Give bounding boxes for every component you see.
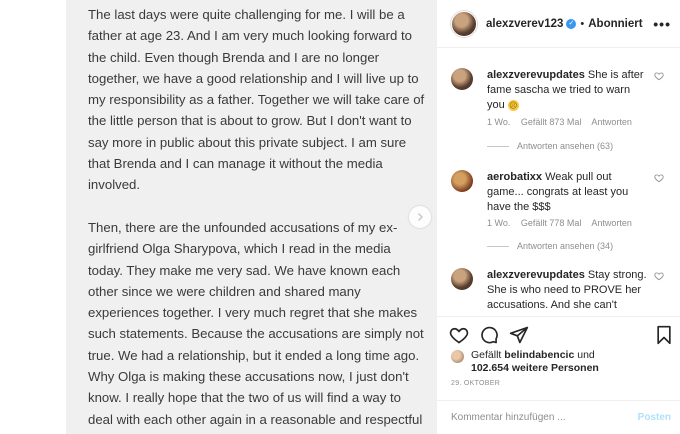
likes-others-count[interactable]: 102.654 weitere Personen: [471, 362, 599, 374]
view-replies-button[interactable]: Antworten ansehen (34): [487, 241, 613, 251]
replies-divider-line: [487, 245, 509, 247]
add-comment-bar: Posten: [437, 400, 680, 434]
commenter-avatar[interactable]: [451, 170, 473, 192]
left-backdrop: [0, 0, 66, 434]
instagram-post-view: The last days were quite challenging for…: [0, 0, 680, 434]
post-date[interactable]: 29. OKTOBER: [451, 380, 500, 387]
comment-meta: 1 Wo. Gefällt 873 Mal Antworten: [487, 117, 640, 127]
comment-username[interactable]: aerobatixx: [487, 171, 542, 183]
sad-face-emoji-icon: ☹: [507, 99, 519, 111]
heart-icon[interactable]: [449, 325, 469, 345]
chevron-right-icon: [418, 213, 423, 221]
comment-meta: 1 Wo. Gefällt 778 Mal Antworten: [487, 218, 640, 228]
comment-reply-button[interactable]: Antworten: [591, 218, 632, 228]
comment-username[interactable]: alexzverevupdates: [487, 269, 585, 281]
follow-button[interactable]: Abonniert: [588, 18, 642, 30]
post-side-panel: alexzverev123 ✓ • Abonniert ••• alexzver…: [436, 0, 680, 434]
comment-heart-icon[interactable]: [654, 271, 664, 281]
comment-likes[interactable]: Gefällt 778 Mal: [521, 218, 582, 228]
bookmark-icon[interactable]: [654, 325, 674, 345]
view-replies-button[interactable]: Antworten ansehen (63): [487, 141, 613, 151]
post-paragraph-2: Then, there are the unfounded accusation…: [88, 219, 424, 434]
commenter-avatar[interactable]: [451, 68, 473, 90]
next-slide-button[interactable]: [409, 206, 431, 228]
comment-body: alexzverevupdates Stay strong. She is wh…: [487, 268, 649, 313]
liker-avatar[interactable]: [451, 350, 464, 363]
post-paragraph-1: The last days were quite challenging for…: [88, 7, 428, 193]
post-image[interactable]: The last days were quite challenging for…: [66, 0, 436, 434]
view-replies-label: Antworten ansehen (34): [517, 241, 614, 251]
post-comment-button[interactable]: Posten: [638, 412, 671, 423]
more-options-button[interactable]: •••: [653, 16, 671, 32]
liker-username[interactable]: belindabencic: [504, 349, 574, 361]
author-avatar[interactable]: [451, 10, 477, 37]
comment-likes[interactable]: Gefällt 873 Mal: [521, 117, 582, 127]
post-actions-bar: [437, 316, 680, 350]
comments-list[interactable]: alexzverevupdates She is after fame sasc…: [437, 49, 680, 316]
verified-badge-icon: ✓: [566, 18, 577, 29]
comment-input[interactable]: [451, 412, 621, 423]
post-statement-text: The last days were quite challenging for…: [88, 4, 426, 434]
comment-body: alexzverevupdates She is after fame sasc…: [487, 68, 649, 113]
view-replies-label: Antworten ansehen (63): [517, 141, 614, 151]
replies-divider-line: [487, 145, 509, 147]
comment-body: aerobatixx Weak pull out game... congrat…: [487, 170, 649, 215]
header-separator: •: [580, 17, 585, 30]
author-username[interactable]: alexzverev123: [486, 18, 563, 30]
comment-time: 1 Wo.: [487, 218, 511, 228]
comment-heart-icon[interactable]: [654, 173, 664, 183]
comment-time: 1 Wo.: [487, 117, 511, 127]
comment-username[interactable]: alexzverevupdates: [487, 69, 585, 81]
commenter-avatar[interactable]: [451, 268, 473, 290]
likes-conjunction: und: [577, 349, 595, 361]
paper-plane-icon[interactable]: [509, 325, 529, 345]
comment-heart-icon[interactable]: [654, 71, 664, 81]
comment-reply-button[interactable]: Antworten: [591, 117, 632, 127]
likes-prefix: Gefällt: [471, 349, 502, 361]
comment-bubble-icon[interactable]: [479, 325, 499, 345]
post-header: alexzverev123 ✓ • Abonniert •••: [437, 0, 680, 48]
likes-text: Gefällt belindabencic und 102.654 weiter…: [471, 349, 671, 375]
